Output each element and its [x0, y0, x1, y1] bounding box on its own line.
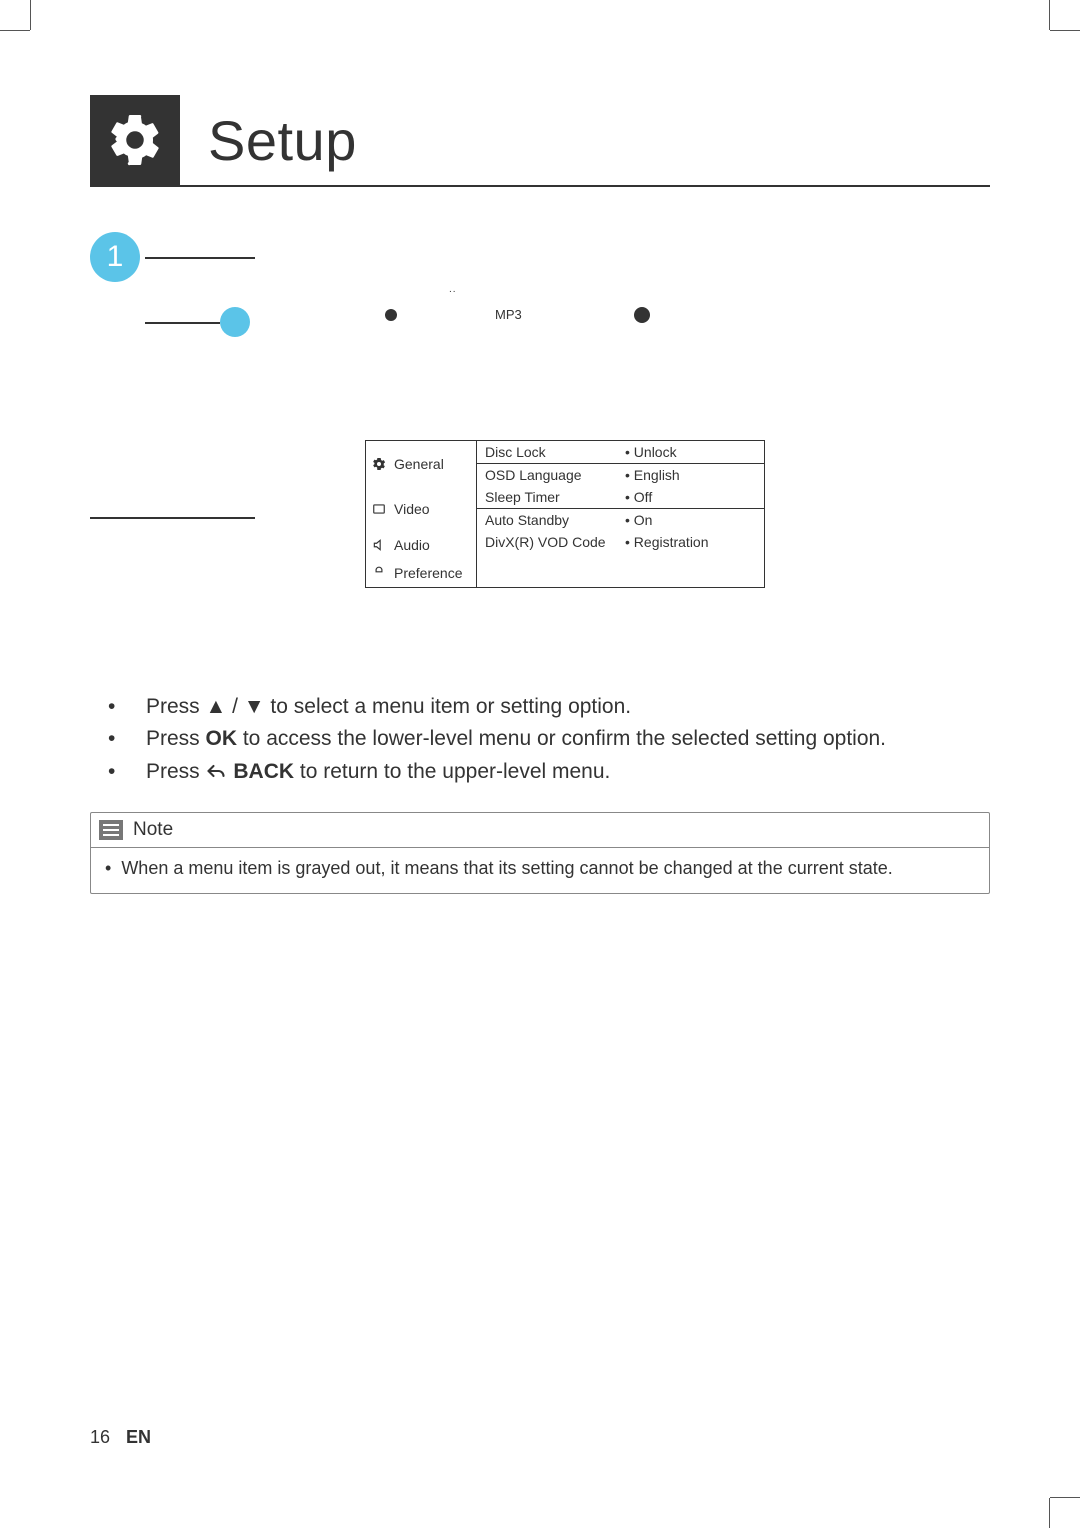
- instruction-item: • Press BACK to return to the upper-leve…: [108, 757, 990, 788]
- page-title: Setup: [208, 108, 357, 173]
- preference-icon: [370, 566, 388, 580]
- osd-tab-video: Video: [366, 486, 476, 531]
- osd-item-value: Unlock: [625, 444, 677, 460]
- osd-item-value: English: [625, 467, 680, 483]
- instruction-list: • Press ▲ / ▼ to select a menu item or s…: [90, 692, 990, 788]
- instruction-text: to access the lower-level menu or confir…: [237, 727, 886, 750]
- step-marker-dot: [220, 307, 250, 337]
- crop-mark: [0, 30, 30, 31]
- note-title: Note: [133, 819, 173, 841]
- remote-detail: ..: [449, 284, 457, 295]
- audio-icon: [370, 538, 388, 552]
- gear-icon: [90, 95, 180, 185]
- note-text: When a menu item is grayed out, it means…: [121, 858, 892, 879]
- up-down-symbol: ▲ / ▼: [206, 695, 265, 718]
- step-badge-1: 1: [90, 232, 140, 282]
- osd-item: DivX(R) VOD Code Registration: [477, 531, 764, 553]
- crop-mark: [1050, 1497, 1080, 1498]
- bullet-icon: •: [108, 724, 116, 754]
- osd-item-label: Sleep Timer: [485, 489, 625, 505]
- osd-tab-label: General: [394, 456, 444, 472]
- osd-item-label: Auto Standby: [485, 512, 625, 528]
- crop-mark: [1049, 0, 1050, 30]
- back-arrow-icon: [206, 758, 226, 788]
- osd-tab-audio: Audio: [366, 531, 476, 559]
- video-icon: [370, 502, 388, 516]
- bullet-icon: •: [108, 757, 116, 788]
- bullet-icon: •: [108, 692, 116, 722]
- back-key-label: BACK: [233, 760, 294, 783]
- ok-key-label: OK: [206, 727, 238, 750]
- page-content: Setup 1 .. MP3 General: [90, 95, 990, 1448]
- osd-tab-label: Audio: [394, 537, 430, 553]
- osd-item: OSD Language English: [477, 464, 764, 486]
- remote-button-dot: [385, 309, 397, 321]
- osd-item-value: Registration: [625, 534, 709, 550]
- gear-small-icon: [370, 456, 388, 472]
- instruction-text: Press: [146, 727, 206, 750]
- callout-line: [145, 257, 255, 259]
- callout-line: [90, 517, 255, 519]
- note-item: • When a menu item is grayed out, it mea…: [105, 858, 975, 879]
- instruction-text: to select a menu item or setting option.: [265, 695, 632, 718]
- callout-line: [145, 322, 220, 324]
- note-box: Note • When a menu item is grayed out, i…: [90, 812, 990, 894]
- remote-mp3-label: MP3: [495, 307, 522, 322]
- page-number: 16: [90, 1427, 110, 1448]
- setup-diagram: 1 .. MP3 General Disc Lock: [90, 232, 990, 632]
- remote-button-dot: [634, 307, 650, 323]
- language-code: EN: [126, 1427, 151, 1448]
- osd-item: Disc Lock Unlock: [477, 441, 764, 464]
- osd-item-value: Off: [625, 489, 652, 505]
- section-header: Setup: [90, 95, 990, 185]
- instruction-item: • Press ▲ / ▼ to select a menu item or s…: [108, 692, 990, 722]
- osd-item-label: DivX(R) VOD Code: [485, 534, 625, 550]
- crop-mark: [30, 0, 31, 30]
- osd-item-label: OSD Language: [485, 467, 625, 483]
- osd-tab-preference: Preference: [366, 559, 476, 587]
- instruction-item: • Press OK to access the lower-level men…: [108, 724, 990, 754]
- osd-menu-screenshot: General Disc Lock Unlock OSD Language En…: [365, 440, 765, 588]
- osd-item: Auto Standby On: [477, 509, 764, 531]
- osd-item-value: On: [625, 512, 652, 528]
- osd-tab-general: General: [366, 441, 476, 486]
- instruction-text: Press: [146, 695, 206, 718]
- crop-mark: [1049, 1498, 1050, 1528]
- instruction-text: to return to the upper-level menu.: [294, 760, 610, 783]
- divider: [90, 185, 990, 187]
- crop-mark: [1050, 30, 1080, 31]
- note-icon: [99, 820, 123, 840]
- page-footer: 16 EN: [90, 1427, 151, 1448]
- bullet-icon: •: [105, 858, 111, 879]
- osd-tab-label: Preference: [394, 565, 462, 581]
- osd-tab-label: Video: [394, 501, 430, 517]
- osd-item-label: Disc Lock: [485, 444, 625, 460]
- instruction-text: Press: [146, 760, 206, 783]
- remote-illustration: .. MP3: [365, 287, 655, 347]
- osd-item: Sleep Timer Off: [477, 486, 764, 509]
